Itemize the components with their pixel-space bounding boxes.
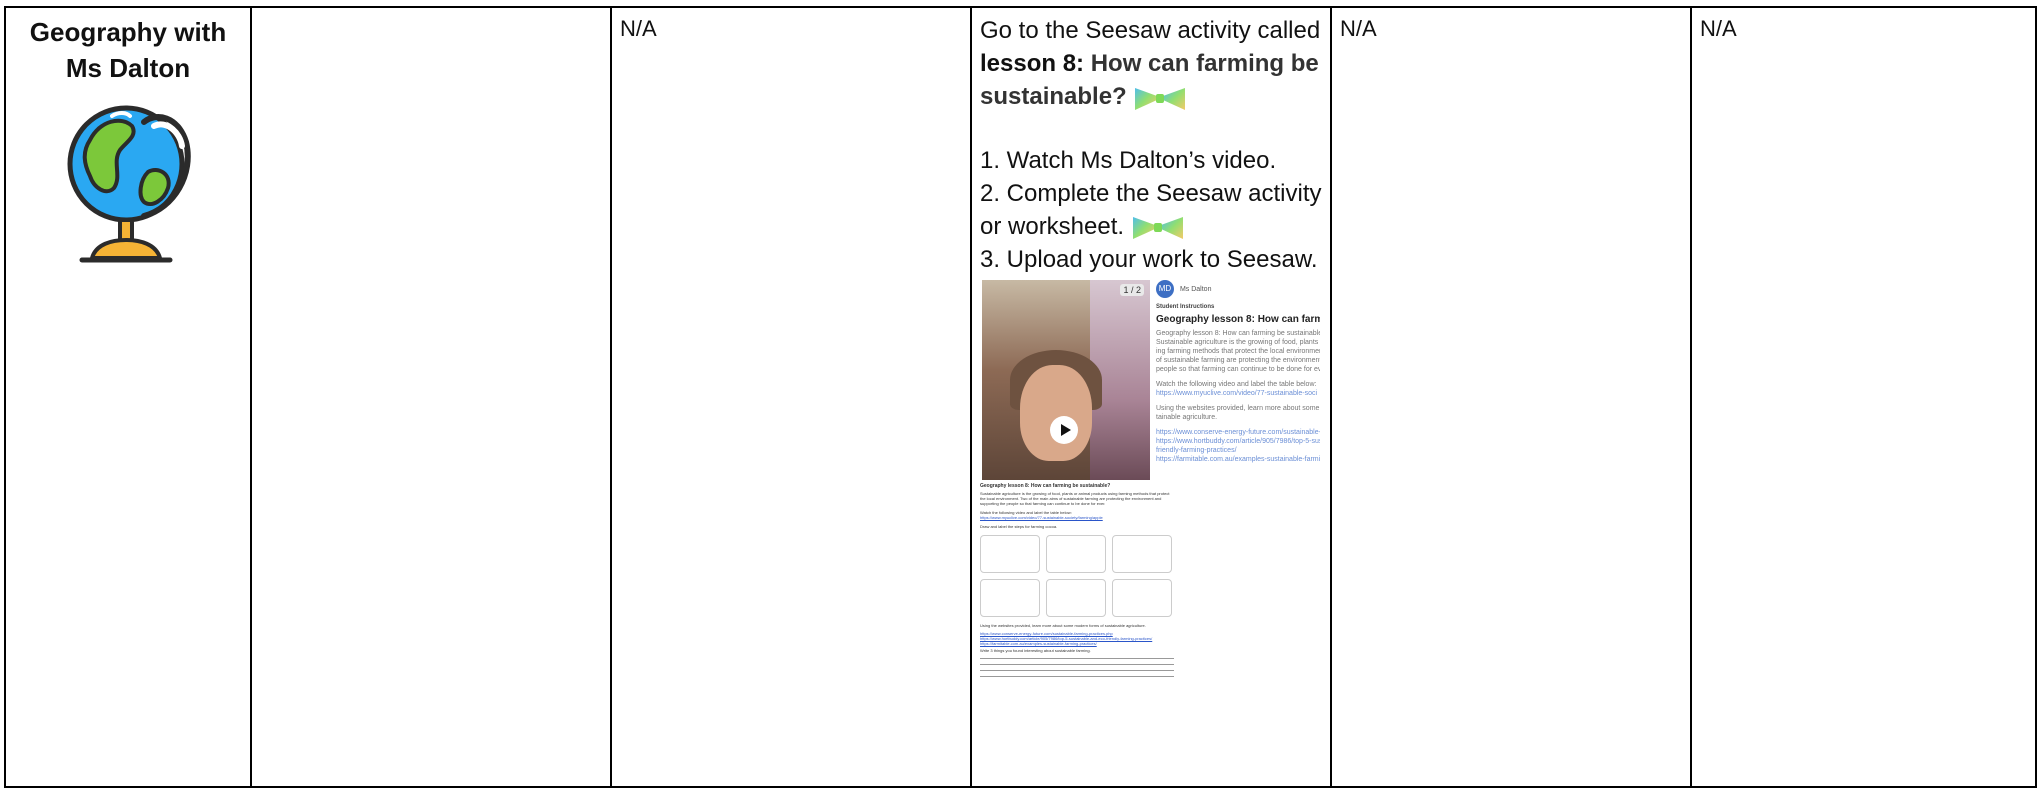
task-instructions: Go to the Seesaw activity called lesson … [980,14,1322,276]
teacher-name: Ms Dalton [1179,285,1212,293]
cell-col6: N/A [1690,6,2037,788]
worksheet-video-link[interactable]: https://www.myuclive.com/video/77-sustai… [980,515,1174,520]
website-link[interactable]: friendly-farming-practices/ [1156,446,1320,455]
task-intro: Go to the Seesaw activity called [980,17,1321,44]
avatar: MD [1156,280,1174,299]
step-2: 2. Complete the Seesaw activity or works… [980,177,1322,244]
na-text: N/A [620,16,657,41]
body-line: of sustainable farming are protecting th… [1156,357,1320,365]
body-line: ing farming methods that protect the loc… [1156,348,1320,356]
video-instruction: Watch the following video and label the … [1156,381,1317,389]
subject-title-line-2: Ms Dalton [65,53,191,83]
worksheet-paragraph: Sustainable agriculture is the growing o… [980,491,1170,507]
seesaw-instructions-panel: MD Ms Dalton Student Instructions Geogra… [1156,280,1320,480]
drawing-boxes [980,535,1174,618]
timetable-row: Geography with Ms Dalton N/A Go to the S… [4,6,2037,788]
websites-instruction-2: tainable agriculture. [1156,414,1218,422]
websites-instruction: Using the websites provided, learn more … [1156,405,1320,413]
step-3: 3. Upload your work to Seesaw. [980,246,1318,274]
na-text: N/A [1700,16,1737,41]
section-label: Student Instructions [1156,304,1215,311]
body-line: Geography lesson 8: How can farming be s… [1156,330,1320,338]
subject-title-line-1: Geography with [29,17,227,47]
seesaw-activity-preview[interactable]: 1 / 2 MD Ms Dalton Student Instructions … [980,280,1320,481]
body-line: Sustainable agriculture is the growing o… [1156,339,1320,347]
cell-col3: N/A [610,6,972,788]
website-link[interactable]: https://farmitable.com.au/examples-susta… [1156,455,1320,464]
worksheet-websites-line: Using the websites provided, learn more … [980,623,1146,629]
globe-icon [67,105,191,263]
empty-cell [250,6,612,788]
worksheet-preview: Geography lesson 8: How can farming be s… [980,483,1174,678]
bow-tie-icon [1135,87,1186,110]
subject-title: Geography with Ms Dalton [14,14,242,86]
cell-col5: N/A [1330,6,1692,788]
website-link[interactable]: https://www.conserve-energy-future.com/s… [1156,428,1320,437]
subject-cell: Geography with Ms Dalton [4,6,252,788]
step-1: 1. Watch Ms Dalton’s video. [980,146,1277,174]
body-line: people so that farming can continue to b… [1156,366,1320,374]
worksheet-link[interactable]: https://farmitable.com.au/examples-susta… [980,641,1174,646]
task-cell: Go to the Seesaw activity called lesson … [970,6,1332,788]
page-counter: 1 / 2 [1120,284,1144,297]
activity-title: Geography lesson 8: How can farming be [1156,314,1320,326]
worksheet-heading: Geography lesson 8: How can farming be s… [980,483,1111,490]
lesson-label: lesson 8: [980,50,1085,77]
worksheet-draw-line: Draw and label the steps for farming coc… [980,524,1058,530]
website-link[interactable]: https://www.hortbuddy.com/article/905/79… [1156,437,1320,446]
video-link[interactable]: https://www.myuclive.com/video/77-sustai… [1156,389,1320,398]
video-thumbnail[interactable]: 1 / 2 [982,280,1150,481]
na-text: N/A [1340,16,1377,41]
bow-tie-icon [1132,217,1183,240]
